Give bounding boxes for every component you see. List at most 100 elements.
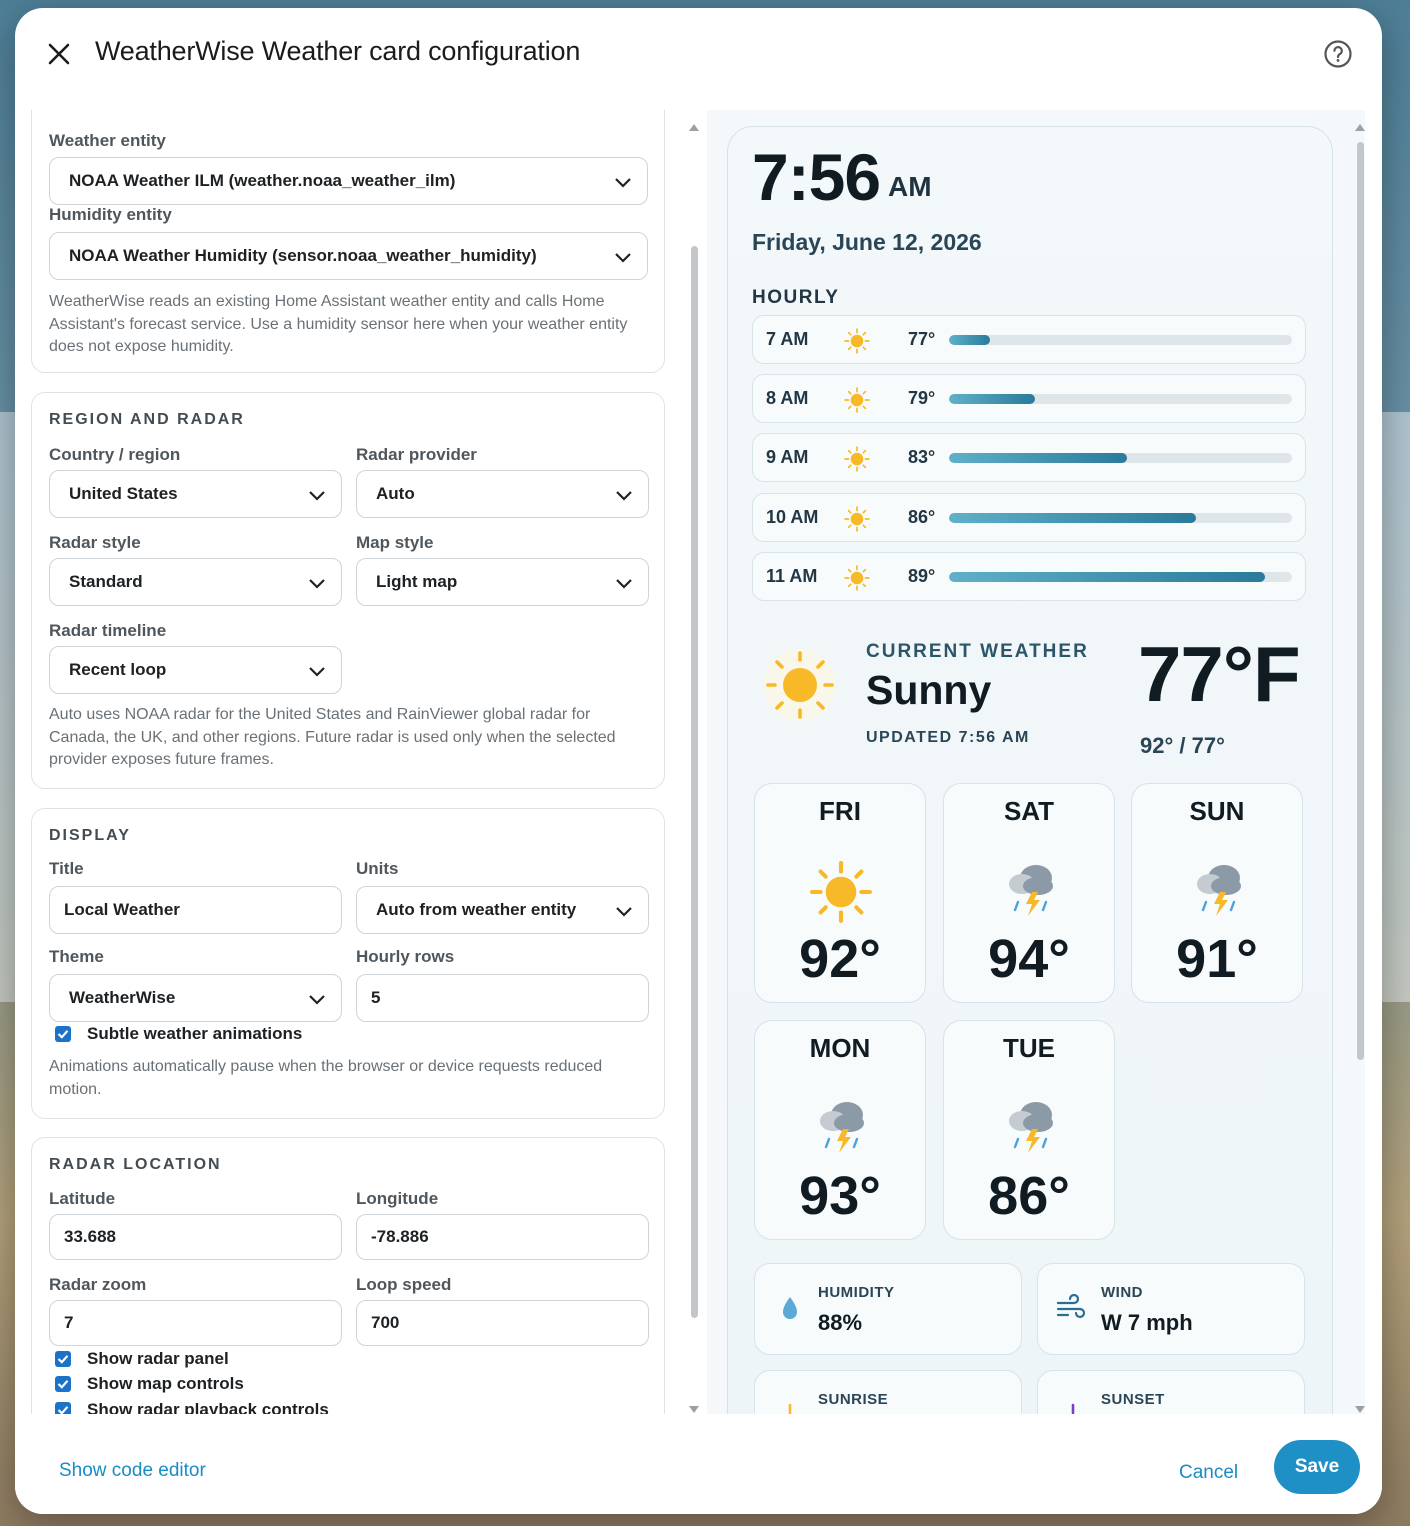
radar-provider-select[interactable]: Auto [356,470,649,518]
help-icon [1324,40,1352,68]
card-preview: 7:56 AM Friday, June 12, 2026 HOURLY 7 A… [707,110,1365,1414]
thunderstorm-icon [996,858,1064,926]
hourly-time: 7 AM [766,329,809,349]
weather-entity-value: NOAA Weather ILM (weather.noaa_weather_i… [69,171,456,190]
sunset-icon [1071,1403,1075,1414]
entity-section: Weather entity NOAA Weather ILM (weather… [31,110,665,373]
close-button[interactable] [43,38,75,70]
checkbox-checked[interactable] [55,1376,71,1392]
show-code-editor-button[interactable]: Show code editor [59,1460,206,1482]
radar-zoom-label: Radar zoom [49,1275,147,1294]
humidity-entity-select[interactable]: NOAA Weather Humidity (sensor.noaa_weath… [49,232,648,280]
preview-scrollbar[interactable] [1353,118,1367,1418]
hourly-heading: HOURLY [752,287,840,308]
theme-select[interactable]: WeatherWise [49,974,342,1022]
radar-timeline-select[interactable]: Recent loop [49,646,342,694]
radar-location-section: RADAR LOCATION Latitude 33.688 Longitude… [31,1137,665,1414]
checkbox-checked[interactable] [55,1351,71,1367]
chevron-down-icon [309,995,325,1005]
forecast-day-name: MON [809,1033,871,1063]
latitude-label: Latitude [49,1189,116,1208]
hourly-time: 8 AM [766,388,809,409]
loop-speed-value: 700 [371,1313,400,1332]
hourly-temperature: 79° [908,388,936,409]
radar-timeline-value: Recent loop [69,660,167,679]
section-heading: RADAR LOCATION [49,1156,222,1173]
latitude-value: 33.688 [64,1227,116,1246]
forecast-day-sat: SAT 94° [943,783,1115,1003]
latitude-input[interactable]: 33.688 [49,1214,342,1260]
hourly-row: 9 AM 83° [752,433,1306,483]
humidity-entity-label: Humidity entity [49,205,172,224]
clock-date: Friday, June 12, 2026 [752,229,982,255]
high-low-temperature: 92° / 77° [1140,733,1225,758]
checkbox-checked[interactable] [55,1402,71,1414]
temperature-bar [949,512,1292,523]
theme-value: WeatherWise [69,988,176,1007]
sunset-tile: SUNSET [1037,1370,1305,1414]
temperature-bar-fill [949,571,1265,582]
thunderstorm-icon [807,1095,875,1163]
map-style-value: Light map [376,572,458,591]
sun-icon [843,445,871,473]
dialog-header: WeatherWise Weather card configuration [15,8,1382,108]
clock-ampm: AM [888,171,932,202]
editor-scrollbar[interactable] [687,118,701,1418]
show-radar-panel-label: Show radar panel [87,1349,229,1368]
current-weather-label: CURRENT WEATHER [866,641,1089,662]
radar-zoom-value: 7 [64,1313,74,1332]
check-icon [57,1030,69,1039]
checkbox-checked[interactable] [55,1026,71,1042]
units-value: Auto from weather entity [376,900,577,919]
scroll-up-icon[interactable] [688,122,700,132]
forecast-day-temperature: 91° [1176,929,1258,989]
hourly-rows-input[interactable]: 5 [356,974,649,1022]
radar-provider-label: Radar provider [356,445,477,464]
wind-tile: WIND W 7 mph [1037,1263,1305,1355]
radar-style-label: Radar style [49,533,141,552]
section-heading: REGION AND RADAR [49,411,245,428]
show-radar-panel-checkbox[interactable]: Show radar panel [55,1349,229,1369]
sunrise-tile: SUNRISE [754,1370,1022,1414]
scroll-up-icon[interactable] [1354,122,1366,132]
map-style-select[interactable]: Light map [356,558,649,606]
humidity-value: 88% [818,1310,863,1335]
sunset-label: SUNSET [1101,1391,1165,1408]
radar-zoom-input[interactable]: 7 [49,1300,342,1346]
editor-panel: Weather entity NOAA Weather ILM (weather… [31,110,665,1414]
check-icon [57,1355,69,1364]
wind-value: W 7 mph [1101,1310,1193,1335]
forecast-day-temperature: 94° [988,929,1070,989]
chevron-down-icon [616,579,632,589]
animations-checkbox[interactable]: Subtle weather animations [55,1024,302,1044]
radar-style-value: Standard [69,572,143,591]
cancel-button[interactable]: Cancel [1179,1462,1238,1484]
hourly-time: 10 AM [766,506,819,527]
region-radar-section: REGION AND RADAR Country / region United… [31,392,665,789]
loop-speed-input[interactable]: 700 [356,1300,649,1346]
show-playback-controls-checkbox[interactable]: Show radar playback controls [55,1400,329,1414]
country-select[interactable]: United States [49,470,342,518]
help-button[interactable] [1322,38,1354,70]
display-help-text: Animations automatically pause when the … [49,1058,603,1098]
radar-timeline-label: Radar timeline [49,621,167,640]
country-value: United States [69,484,178,503]
show-map-controls-checkbox[interactable]: Show map controls [55,1374,244,1394]
temperature-bar [949,453,1292,464]
scrollbar-thumb[interactable] [691,246,698,1318]
country-label: Country / region [49,445,181,464]
sunrise-label: SUNRISE [818,1391,889,1408]
title-input[interactable]: Local Weather [49,886,342,934]
temperature-bar [949,335,1292,345]
units-select[interactable]: Auto from weather entity [356,886,649,934]
droplet-icon [783,1297,797,1319]
longitude-input[interactable]: -78.886 [356,1214,649,1260]
radar-style-select[interactable]: Standard [49,558,342,606]
forecast-day-temperature: 86° [988,1166,1070,1226]
hourly-row: 8 AM 79° [752,374,1306,424]
forecast-day-fri: FRI 92° [754,783,926,1003]
save-button[interactable]: Save [1274,1440,1360,1494]
weather-entity-select[interactable]: NOAA Weather ILM (weather.noaa_weather_i… [49,157,648,205]
loop-speed-label: Loop speed [356,1275,452,1294]
scrollbar-thumb[interactable] [1357,142,1364,1060]
